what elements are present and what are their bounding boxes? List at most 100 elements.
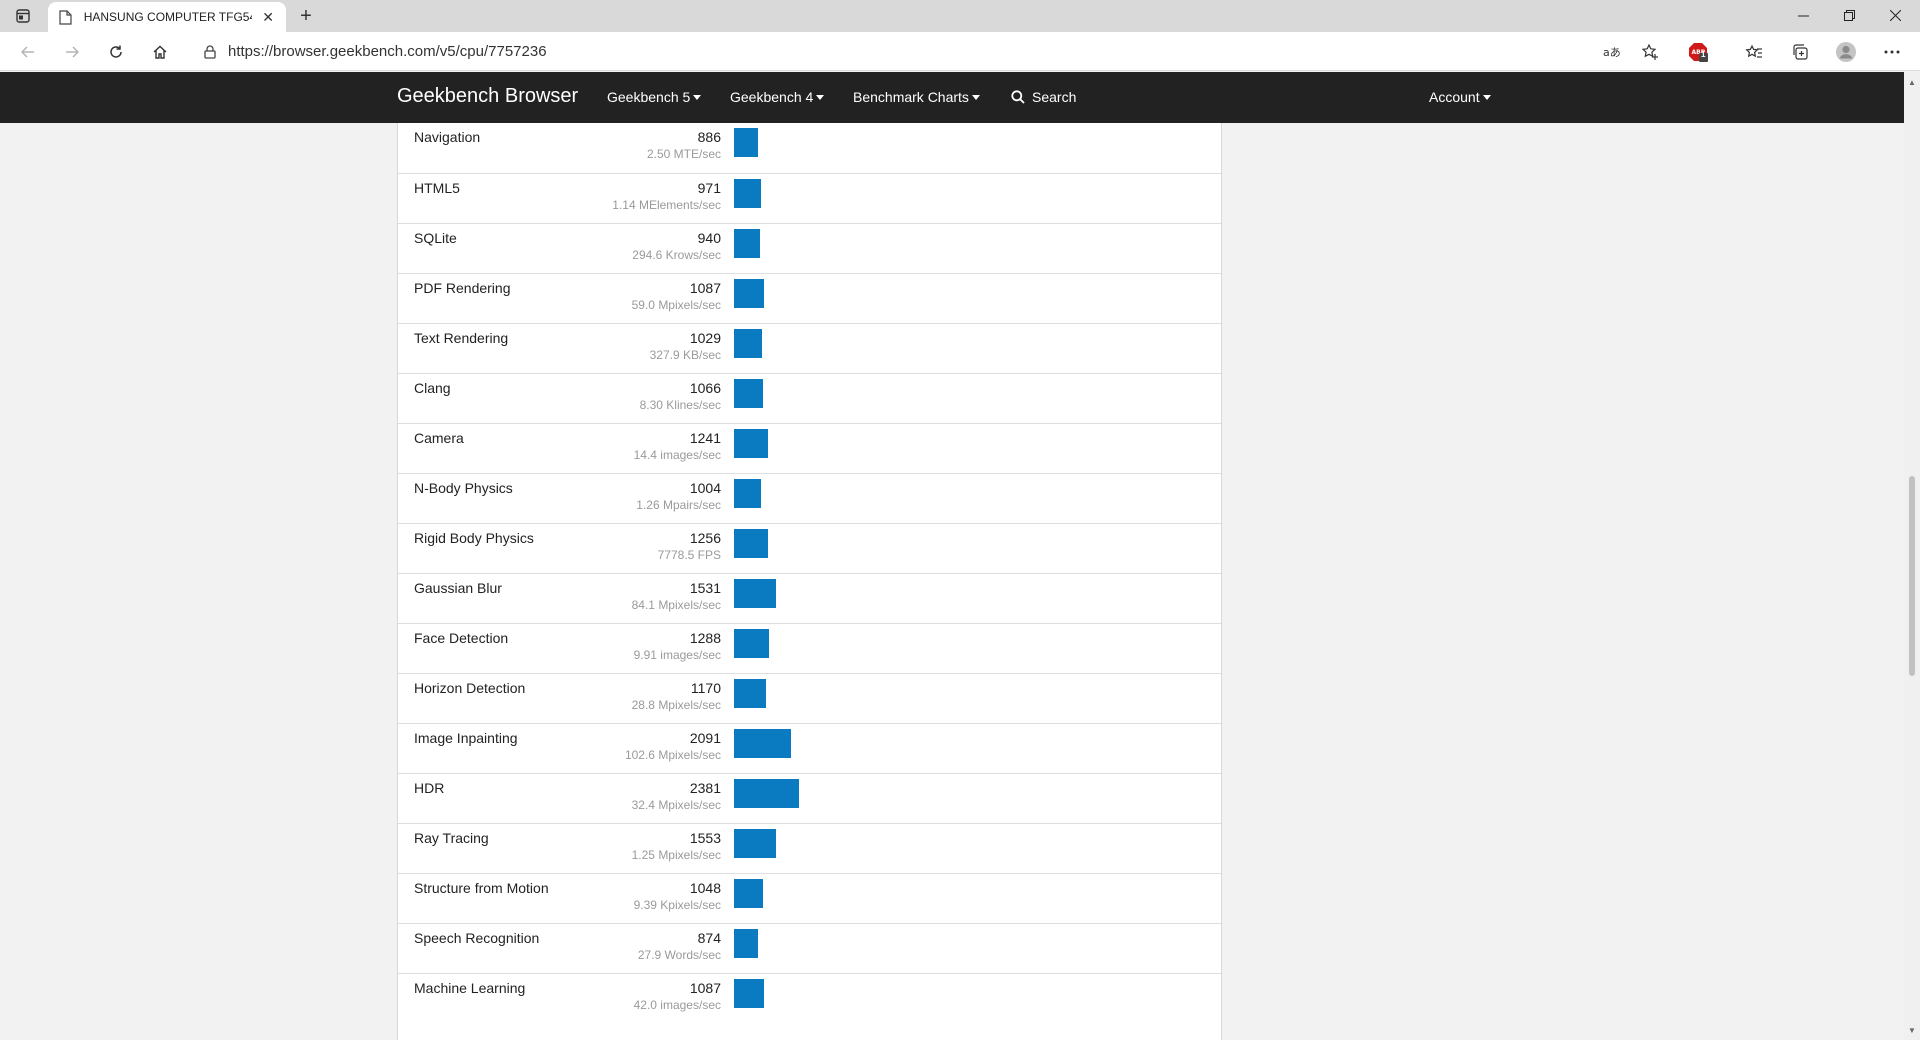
benchmark-name: Image Inpainting <box>414 730 518 746</box>
nav-geekbench4[interactable]: Geekbench 4 <box>730 89 825 105</box>
benchmark-rate: 294.6 Krows/sec <box>632 248 721 262</box>
benchmark-name: Machine Learning <box>414 980 526 996</box>
home-button[interactable] <box>146 38 174 66</box>
adblock-badge: 1 <box>1701 50 1706 59</box>
tab-title: HANSUNG COMPUTER TFG5476 <box>83 10 253 24</box>
benchmark-row: PDF Rendering 1087 59.0 Mpixels/sec <box>398 273 1221 323</box>
nav-label: Benchmark Charts <box>853 89 969 105</box>
new-tab-button[interactable]: + <box>294 4 318 28</box>
collections-icon[interactable] <box>1786 38 1814 66</box>
page-icon <box>58 9 74 25</box>
minimize-button[interactable] <box>1780 0 1826 30</box>
close-tab-icon[interactable]: ✕ <box>260 9 276 26</box>
page-scrollbar[interactable]: ▲ ▼ <box>1904 72 1920 1040</box>
benchmark-score: 940 <box>697 230 721 246</box>
benchmark-row: Horizon Detection 1170 28.8 Mpixels/sec <box>398 673 1221 723</box>
benchmark-rate: 1.25 Mpixels/sec <box>631 848 721 862</box>
benchmark-score-bar <box>734 379 763 408</box>
brand-link[interactable]: Geekbench Browser <box>397 85 578 108</box>
search-label: Search <box>1032 89 1077 105</box>
benchmark-score-bar <box>734 929 758 958</box>
url-field[interactable]: https://browser.geekbench.com/v5/cpu/775… <box>190 37 1630 66</box>
benchmark-score: 1553 <box>689 830 721 846</box>
caret-down-icon <box>1482 94 1491 100</box>
benchmark-rate: 9.39 Kpixels/sec <box>633 898 721 912</box>
benchmark-rate: 1.14 MElements/sec <box>612 198 721 212</box>
nav-benchmark-charts[interactable]: Benchmark Charts <box>853 89 980 105</box>
benchmark-row: Structure from Motion 1048 9.39 Kpixels/se… <box>398 873 1221 923</box>
search-icon <box>1011 90 1025 104</box>
close-window-button[interactable] <box>1872 0 1918 30</box>
benchmark-score: 1029 <box>689 330 721 346</box>
benchmark-name: Rigid Body Physics <box>414 530 534 546</box>
benchmark-row: HTML5 971 1.14 MElements/sec <box>398 173 1221 223</box>
benchmark-score: 1087 <box>689 280 721 296</box>
benchmark-name: Text Rendering <box>414 330 509 346</box>
tab-strip: HANSUNG COMPUTER TFG5476 ✕ + <box>0 0 1920 32</box>
browser-tab[interactable]: HANSUNG COMPUTER TFG5476 ✕ <box>48 2 286 32</box>
benchmark-row: Speech Recognition 874 27.9 Words/sec <box>398 923 1221 973</box>
caret-down-icon <box>971 94 980 100</box>
benchmark-name: Clang <box>414 380 451 396</box>
restore-button[interactable] <box>1826 0 1872 30</box>
scroll-up-icon[interactable]: ▲ <box>1907 78 1917 88</box>
benchmark-score: 886 <box>697 129 721 145</box>
scroll-thumb[interactable] <box>1909 476 1915 676</box>
benchmark-score-bar <box>734 829 776 858</box>
add-favorite-icon[interactable] <box>1636 38 1664 66</box>
benchmark-score: 1066 <box>689 380 721 396</box>
benchmark-score: 1241 <box>689 430 721 446</box>
benchmark-name: Speech Recognition <box>414 930 540 946</box>
read-aloud-icon[interactable]: aあ <box>1598 38 1626 66</box>
benchmark-score: 1288 <box>689 630 721 646</box>
nav-geekbench5[interactable]: Geekbench 5 <box>607 89 702 105</box>
benchmark-row: Machine Learning 1087 42.0 images/sec <box>398 973 1221 1023</box>
nav-account[interactable]: Account <box>1429 89 1491 105</box>
forward-button[interactable] <box>58 38 86 66</box>
benchmark-score-bar <box>734 679 766 708</box>
benchmark-score: 1170 <box>690 680 721 696</box>
favorites-icon[interactable] <box>1740 38 1768 66</box>
nav-search[interactable]: Search <box>1011 89 1076 105</box>
more-options-icon[interactable] <box>1878 38 1906 66</box>
benchmark-rate: 32.4 Mpixels/sec <box>631 798 721 812</box>
address-bar: https://browser.geekbench.com/v5/cpu/775… <box>0 32 1920 71</box>
scroll-down-icon[interactable]: ▼ <box>1907 1026 1917 1036</box>
benchmark-rate: 14.4 images/sec <box>633 448 721 462</box>
refresh-button[interactable] <box>102 38 130 66</box>
benchmark-name: Camera <box>414 430 464 446</box>
benchmark-name: Horizon Detection <box>414 680 526 696</box>
profile-avatar[interactable] <box>1832 38 1860 66</box>
benchmark-rate: 102.6 Mpixels/sec <box>624 748 721 762</box>
benchmark-row: Rigid Body Physics 1256 7778.5 FPS <box>398 523 1221 573</box>
benchmark-rate: 84.1 Mpixels/sec <box>631 598 721 612</box>
benchmark-score: 2091 <box>689 730 721 746</box>
benchmark-score-bar <box>734 279 764 308</box>
benchmark-score-bar <box>734 579 776 608</box>
benchmark-row: Navigation 886 2.50 MTE/sec <box>398 123 1221 173</box>
benchmark-name: Face Detection <box>414 630 509 646</box>
benchmark-score: 874 <box>697 930 721 946</box>
tab-actions-icon[interactable] <box>12 6 34 26</box>
caret-down-icon <box>693 94 702 100</box>
benchmark-score-bar <box>734 179 761 208</box>
benchmark-score: 1004 <box>689 480 721 496</box>
lock-icon[interactable] <box>202 44 218 60</box>
benchmark-name: SQLite <box>414 230 457 246</box>
benchmark-name: Gaussian Blur <box>414 580 502 596</box>
benchmark-name: Structure from Motion <box>414 880 549 896</box>
benchmark-rate: 7778.5 FPS <box>657 548 721 562</box>
benchmark-score-bar <box>734 779 799 808</box>
benchmark-rate: 42.0 images/sec <box>633 998 721 1012</box>
benchmark-score: 1087 <box>689 980 721 996</box>
benchmark-results-panel: Navigation 886 2.50 MTE/sec HTML5 971 1.14 ME… <box>397 110 1222 1040</box>
benchmark-row: SQLite 940 294.6 Krows/sec <box>398 223 1221 273</box>
site-navbar: Geekbench Browser Geekbench 5 Geekbench … <box>0 72 1904 123</box>
benchmark-row: Gaussian Blur 1531 84.1 Mpixels/sec <box>398 573 1221 623</box>
adblock-icon[interactable]: ABP 1 <box>1684 38 1712 66</box>
benchmark-score-bar <box>734 329 762 358</box>
benchmark-rate: 59.0 Mpixels/sec <box>631 298 721 312</box>
benchmark-score-bar <box>734 229 760 258</box>
back-button[interactable] <box>14 38 42 66</box>
benchmark-score-bar <box>734 629 769 658</box>
